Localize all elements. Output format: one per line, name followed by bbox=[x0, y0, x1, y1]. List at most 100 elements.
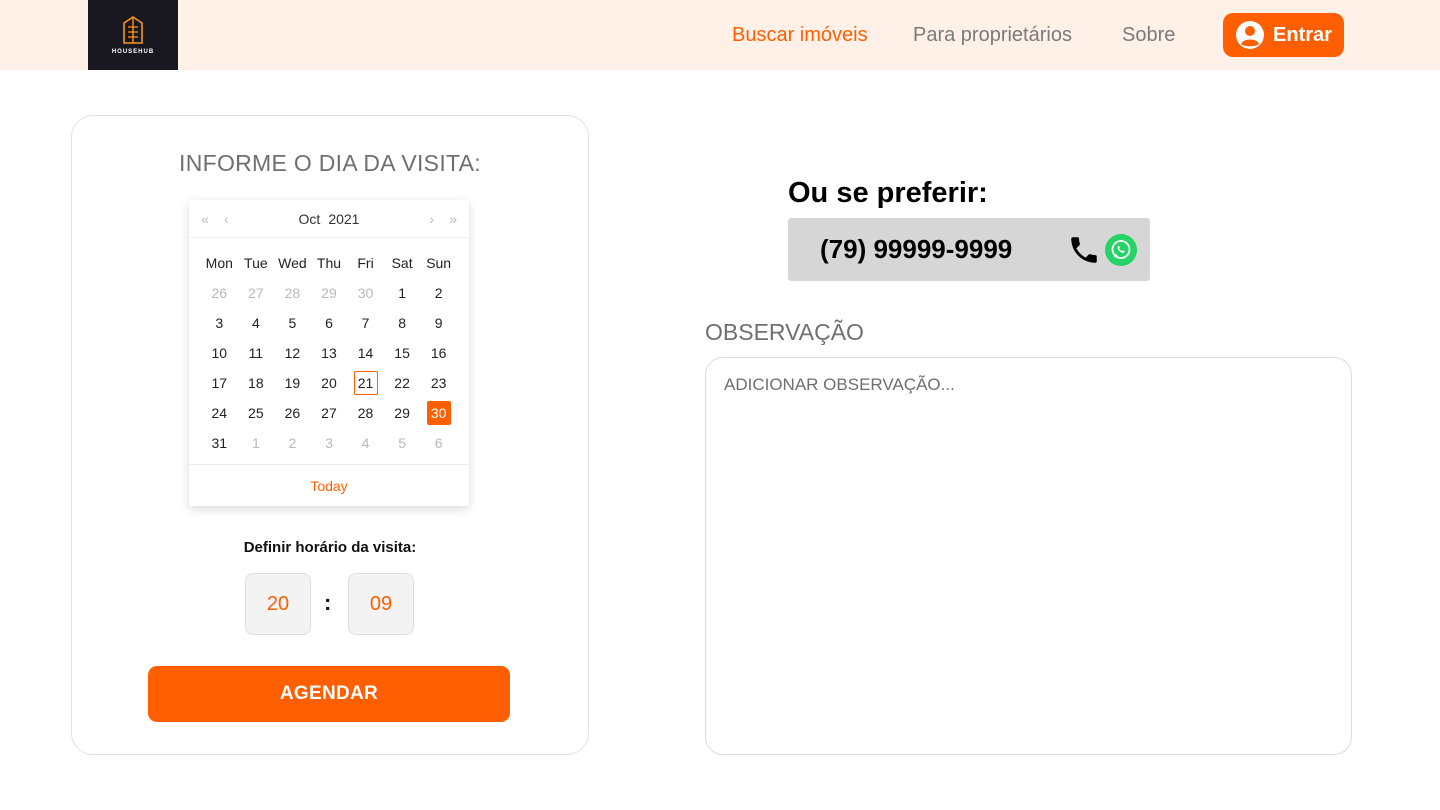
observation-textarea[interactable] bbox=[705, 357, 1352, 755]
calendar-day-number: 27 bbox=[248, 285, 264, 301]
calendar-grid: Mon Tue Wed Thu Fri Sat Sun 26 27 28 29 30 1 2 3 4 5 6 7 8 9… bbox=[201, 248, 457, 458]
calendar-day[interactable]: 18 bbox=[238, 371, 275, 395]
calendar-day[interactable]: 1 bbox=[384, 281, 421, 305]
calendar-day-selected[interactable]: 30 bbox=[420, 401, 457, 425]
whatsapp-icon[interactable] bbox=[1104, 233, 1138, 267]
househub-logo[interactable]: HOUSEHUB bbox=[88, 0, 178, 70]
calendar-day[interactable]: 28 bbox=[347, 401, 384, 425]
prev-year-icon[interactable]: « bbox=[201, 200, 209, 238]
calendar-day[interactable]: 22 bbox=[384, 371, 421, 395]
calendar-week-row: 31 1 2 3 4 5 6 bbox=[201, 428, 457, 458]
calendar-day-number: 8 bbox=[398, 315, 406, 331]
calendar-day[interactable]: 5 bbox=[274, 311, 311, 335]
calendar-day-number: 30 bbox=[426, 401, 451, 425]
calendar-day[interactable]: 13 bbox=[311, 341, 348, 365]
calendar-day[interactable]: 14 bbox=[347, 341, 384, 365]
calendar-day[interactable]: 31 bbox=[201, 431, 238, 455]
contact-title: Ou se preferir: bbox=[788, 177, 988, 209]
calendar-day-number: 6 bbox=[325, 315, 333, 331]
next-year-icon[interactable]: » bbox=[449, 200, 457, 238]
hour-input[interactable]: 20 bbox=[245, 573, 311, 635]
calendar-day[interactable]: 30 bbox=[347, 281, 384, 305]
calendar-day[interactable]: 29 bbox=[311, 281, 348, 305]
time-separator: : bbox=[324, 590, 332, 615]
calendar-day-number: 15 bbox=[394, 345, 410, 361]
weekday-label: Sun bbox=[426, 255, 452, 271]
calendar-day[interactable]: 25 bbox=[238, 401, 275, 425]
calendar-day[interactable]: 20 bbox=[311, 371, 348, 395]
calendar-day[interactable]: 6 bbox=[420, 431, 457, 455]
calendar-day-number: 14 bbox=[357, 345, 374, 361]
calendar-day[interactable]: 10 bbox=[201, 341, 238, 365]
calendar-day-number: 19 bbox=[284, 375, 301, 391]
calendar-day[interactable]: 4 bbox=[347, 431, 384, 455]
calendar-day[interactable]: 24 bbox=[201, 401, 238, 425]
phone-number: (79) 99999-9999 bbox=[820, 234, 1013, 264]
calendar-day[interactable]: 23 bbox=[420, 371, 457, 395]
user-icon bbox=[1236, 21, 1265, 49]
calendar-day-number: 1 bbox=[251, 435, 260, 451]
calendar-day[interactable]: 5 bbox=[384, 431, 421, 455]
calendar-day-number: 29 bbox=[321, 285, 337, 301]
calendar-day[interactable]: 4 bbox=[238, 311, 275, 335]
calendar-day-number: 18 bbox=[248, 375, 264, 391]
calendar-year[interactable]: 2021 bbox=[328, 211, 359, 227]
calendar-day[interactable]: 15 bbox=[384, 341, 421, 365]
calendar-day[interactable]: 3 bbox=[201, 311, 238, 335]
nav-para-proprietarios[interactable]: Para proprietários bbox=[913, 0, 1072, 70]
today-button[interactable]: Today bbox=[189, 464, 469, 506]
calendar-day-number: 7 bbox=[361, 315, 370, 331]
calendar-day-number: 9 bbox=[434, 315, 443, 331]
calendar-day-number: 27 bbox=[321, 405, 337, 421]
calendar-day-number: 12 bbox=[284, 345, 301, 361]
nav-sobre[interactable]: Sobre bbox=[1122, 0, 1175, 70]
calendar-day[interactable]: 26 bbox=[274, 401, 311, 425]
calendar-day-number: 28 bbox=[284, 285, 301, 301]
calendar-day[interactable]: 26 bbox=[201, 281, 238, 305]
prev-month-icon[interactable]: ‹ bbox=[224, 200, 229, 238]
calendar-day[interactable]: 9 bbox=[420, 311, 457, 335]
calendar-day-number: 29 bbox=[394, 405, 410, 421]
phone-icon[interactable] bbox=[1065, 233, 1103, 267]
calendar-day-today[interactable]: 21 bbox=[347, 371, 384, 395]
calendar-day[interactable]: 1 bbox=[238, 431, 275, 455]
logo-text: HOUSEHUB bbox=[111, 49, 155, 55]
calendar-day[interactable]: 17 bbox=[201, 371, 238, 395]
schedule-button[interactable]: AGENDAR bbox=[148, 666, 510, 722]
next-month-icon[interactable]: › bbox=[429, 200, 434, 238]
calendar-day[interactable]: 28 bbox=[274, 281, 311, 305]
calendar-day-number: 26 bbox=[284, 405, 301, 421]
login-button[interactable]: Entrar bbox=[1223, 13, 1344, 57]
calendar-day[interactable]: 27 bbox=[238, 281, 275, 305]
calendar-day-number: 6 bbox=[434, 435, 443, 451]
calendar-day[interactable]: 8 bbox=[384, 311, 421, 335]
calendar-day-number: 25 bbox=[248, 405, 264, 421]
calendar-day-number: 16 bbox=[430, 345, 447, 361]
calendar-day[interactable]: 2 bbox=[274, 431, 311, 455]
calendar-day-number: 1 bbox=[398, 285, 406, 301]
calendar-day[interactable]: 27 bbox=[311, 401, 348, 425]
date-picker: « ‹ Oct 2021 › » Mon Tue Wed Thu Fri Sat Sun 26… bbox=[189, 200, 469, 506]
calendar-day[interactable]: 11 bbox=[238, 341, 275, 365]
calendar-day[interactable]: 3 bbox=[311, 431, 348, 455]
calendar-day[interactable]: 7 bbox=[347, 311, 384, 335]
login-label: Entrar bbox=[1273, 23, 1332, 46]
calendar-day[interactable]: 16 bbox=[420, 341, 457, 365]
phone-contact-box[interactable]: (79) 99999-9999 bbox=[788, 218, 1150, 281]
calendar-week-row: 26 27 28 29 30 1 2 bbox=[201, 278, 457, 308]
calendar-day-number: 13 bbox=[321, 345, 337, 361]
weekday-label: Tue bbox=[244, 255, 268, 271]
minute-input[interactable]: 09 bbox=[348, 573, 414, 635]
observation-label: OBSERVAÇÃO bbox=[705, 319, 864, 345]
calendar-month[interactable]: Oct bbox=[299, 211, 321, 227]
calendar-day[interactable]: 6 bbox=[311, 311, 348, 335]
calendar-header: « ‹ Oct 2021 › » bbox=[189, 200, 469, 238]
calendar-day-number: 2 bbox=[288, 435, 297, 451]
calendar-day-number: 23 bbox=[430, 375, 447, 391]
calendar-day[interactable]: 29 bbox=[384, 401, 421, 425]
visit-day-title: INFORME O DIA DA VISITA: bbox=[179, 150, 481, 176]
calendar-day[interactable]: 2 bbox=[420, 281, 457, 305]
calendar-day[interactable]: 19 bbox=[274, 371, 311, 395]
nav-buscar-imoveis[interactable]: Buscar imóveis bbox=[732, 0, 868, 70]
calendar-day[interactable]: 12 bbox=[274, 341, 311, 365]
